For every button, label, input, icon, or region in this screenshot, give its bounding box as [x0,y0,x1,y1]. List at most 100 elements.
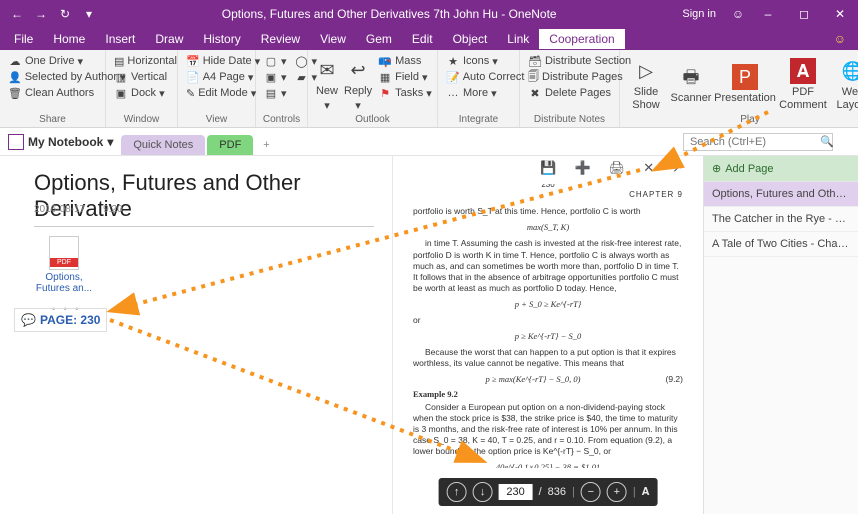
pdf-adobe-icon[interactable]: 𝐀 [642,486,650,499]
horizontal-button[interactable]: ▤Horizontal [112,53,171,69]
back-icon[interactable]: ← [8,7,26,21]
pdf-attachment[interactable]: Options, Futures an... [34,236,94,294]
maximize-button[interactable]: ◻ [786,7,822,21]
field-button[interactable]: ▦Field▾ [376,69,434,85]
person-icon: 👤 [8,70,22,84]
group-window-label: Window [112,114,171,127]
sign-in-link[interactable]: Sign in [672,8,726,20]
more-button[interactable]: …More▾ [444,85,513,101]
new-mail-button[interactable]: ✉New▾ [314,53,340,114]
page-canvas[interactable]: Options, Futures and Other Derivative 20… [0,156,703,514]
minimize-button[interactable]: ‒ [750,7,786,21]
tab-quick-notes[interactable]: Quick Notes [121,135,205,155]
pdf-page-total: 836 [548,486,566,498]
pdf-zoom-out-button[interactable]: − [581,482,601,502]
page-list-item[interactable]: The Catcher in the Rye - J.D. Salin [704,207,858,232]
control-1[interactable]: ▢▾ [262,53,289,69]
smile-icon[interactable]: ☺ [834,32,854,46]
delete-pages-button[interactable]: ✖Delete Pages [526,85,613,101]
menu-gem[interactable]: Gem [356,29,402,49]
cloud-icon: ☁ [8,54,22,68]
add-section-button[interactable]: + [255,135,277,155]
adobe-icon: 𝐀 [790,58,816,84]
menu-draw[interactable]: Draw [145,29,193,49]
reply-button[interactable]: ↩Reply▾ [344,53,372,114]
pdf-page-up-button[interactable]: ↑ [447,482,467,502]
menu-view[interactable]: View [310,29,356,49]
menu-home[interactable]: Home [43,29,95,49]
onedrive-button[interactable]: ☁One Drive▾ [6,53,99,69]
close-button[interactable]: ✕ [822,7,858,21]
qat-dropdown[interactable]: ▾ [80,7,98,21]
menu-link[interactable]: Link [497,29,539,49]
control-5[interactable]: ▤▾ [262,85,289,101]
group-distribute-label: Distribute Notes [526,114,613,127]
forward-icon[interactable]: → [32,7,50,21]
mass-button[interactable]: 📪Mass [376,53,434,69]
pdf-save-icon[interactable]: 💾 [540,160,556,176]
notebook-selector[interactable]: My Notebook▾ [0,134,121,150]
pdf-page-number: 230 [541,184,554,190]
calendar-icon: 📅 [186,54,200,68]
clean-authors-button[interactable]: 🗑Clean Authors [6,85,99,101]
page-list-item[interactable]: Options, Futures and Other Deriva [704,182,858,207]
menu-history[interactable]: History [193,29,250,49]
slide-show-button[interactable]: ▷Slide Show [626,53,666,114]
a4-page-button[interactable]: 📄A4 Page▾ [184,69,249,85]
vertical-button[interactable]: ▥Vertical [112,69,171,85]
pdf-expand-icon[interactable]: ↗ [672,160,683,176]
auto-correct-button[interactable]: 📝Auto Correct [444,69,513,85]
icons-button[interactable]: ★Icons▾ [444,53,513,69]
control-3[interactable]: ▣▾ [262,69,289,85]
add-page-button[interactable]: ⊕Add Page [704,156,858,182]
page-indicator-note[interactable]: 💬PAGE: 230 [14,308,107,332]
menubar: File Home Insert Draw History Review Vie… [0,28,858,50]
group-outlook-label: Outlook [314,114,431,127]
titlebar: ← → ↻ ▾ Options, Futures and Other Deriv… [0,0,858,28]
pdf-page-content[interactable]: 230 CHAPTER 9 portfolio is worth S_T at … [399,184,697,468]
group-play-label: Play [626,114,858,127]
edit-mode-button[interactable]: ✎Edit Mode▾ [184,85,249,101]
scanner-button[interactable]: 🖶Scanner [670,53,712,114]
pdf-close-icon[interactable]: ✕ [643,160,654,176]
pdf-nav-bar: ↑ ↓ / 836 | − + | 𝐀 [439,478,658,506]
horizontal-icon: ▤ [114,54,124,68]
search-icon[interactable]: 🔍 [820,136,834,148]
flag-icon: ⚑ [378,86,392,100]
mail-icon: ✉ [314,57,340,83]
menu-file[interactable]: File [4,29,43,49]
refresh-icon[interactable]: ↻ [56,7,74,21]
group-view-label: View [184,114,249,127]
page-list-item[interactable]: A Tale of Two Cities - Charles Dic [704,232,858,257]
pdf-add-comment-icon[interactable]: ➕ [574,160,590,176]
presentation-button[interactable]: PPresentation [716,53,774,114]
pdf-toolbar: 💾 ➕ 🖨 ✕ ↗ [540,160,683,176]
tasks-button[interactable]: ⚑Tasks▾ [376,85,434,101]
menu-insert[interactable]: Insert [95,29,145,49]
pdf-comment-button[interactable]: 𝐀PDF Comment [778,53,828,114]
tab-pdf[interactable]: PDF [207,135,253,155]
pdf-page-input[interactable] [499,484,533,500]
account-icon[interactable]: ☺ [726,7,750,21]
menu-edit[interactable]: Edit [402,29,443,49]
pdf-zoom-in-button[interactable]: + [607,482,627,502]
dock-button[interactable]: ▣Dock▾ [112,85,171,101]
distribute-pages-button[interactable]: 🗐Distribute Pages [526,69,613,85]
menu-object[interactable]: Object [443,29,498,49]
selected-by-author-button[interactable]: 👤Selected by Author▾ [6,69,99,85]
menu-review[interactable]: Review [251,29,310,49]
main-area: Options, Futures and Other Derivative 20… [0,156,858,514]
hide-date-button[interactable]: 📅Hide Date▾ [184,53,249,69]
menu-cooperation[interactable]: Cooperation [539,29,624,49]
pdf-print-icon[interactable]: 🖨 [609,160,626,176]
mass-icon: 📪 [378,54,392,68]
page-meta: 2016-08-179:20 [34,204,123,215]
search-input[interactable] [683,133,833,151]
distribute-section-button[interactable]: 🗃Distribute Section [526,53,613,69]
ribbon: ☁One Drive▾ 👤Selected by Author▾ 🗑Clean … [0,50,858,128]
plus-icon: ⊕ [712,162,721,175]
group-controls-label: Controls [262,114,301,127]
page-title[interactable]: Options, Futures and Other Derivative [34,170,374,227]
pdf-page-down-button[interactable]: ↓ [473,482,493,502]
web-layout-button[interactable]: 🌐Web Layout [832,53,858,114]
